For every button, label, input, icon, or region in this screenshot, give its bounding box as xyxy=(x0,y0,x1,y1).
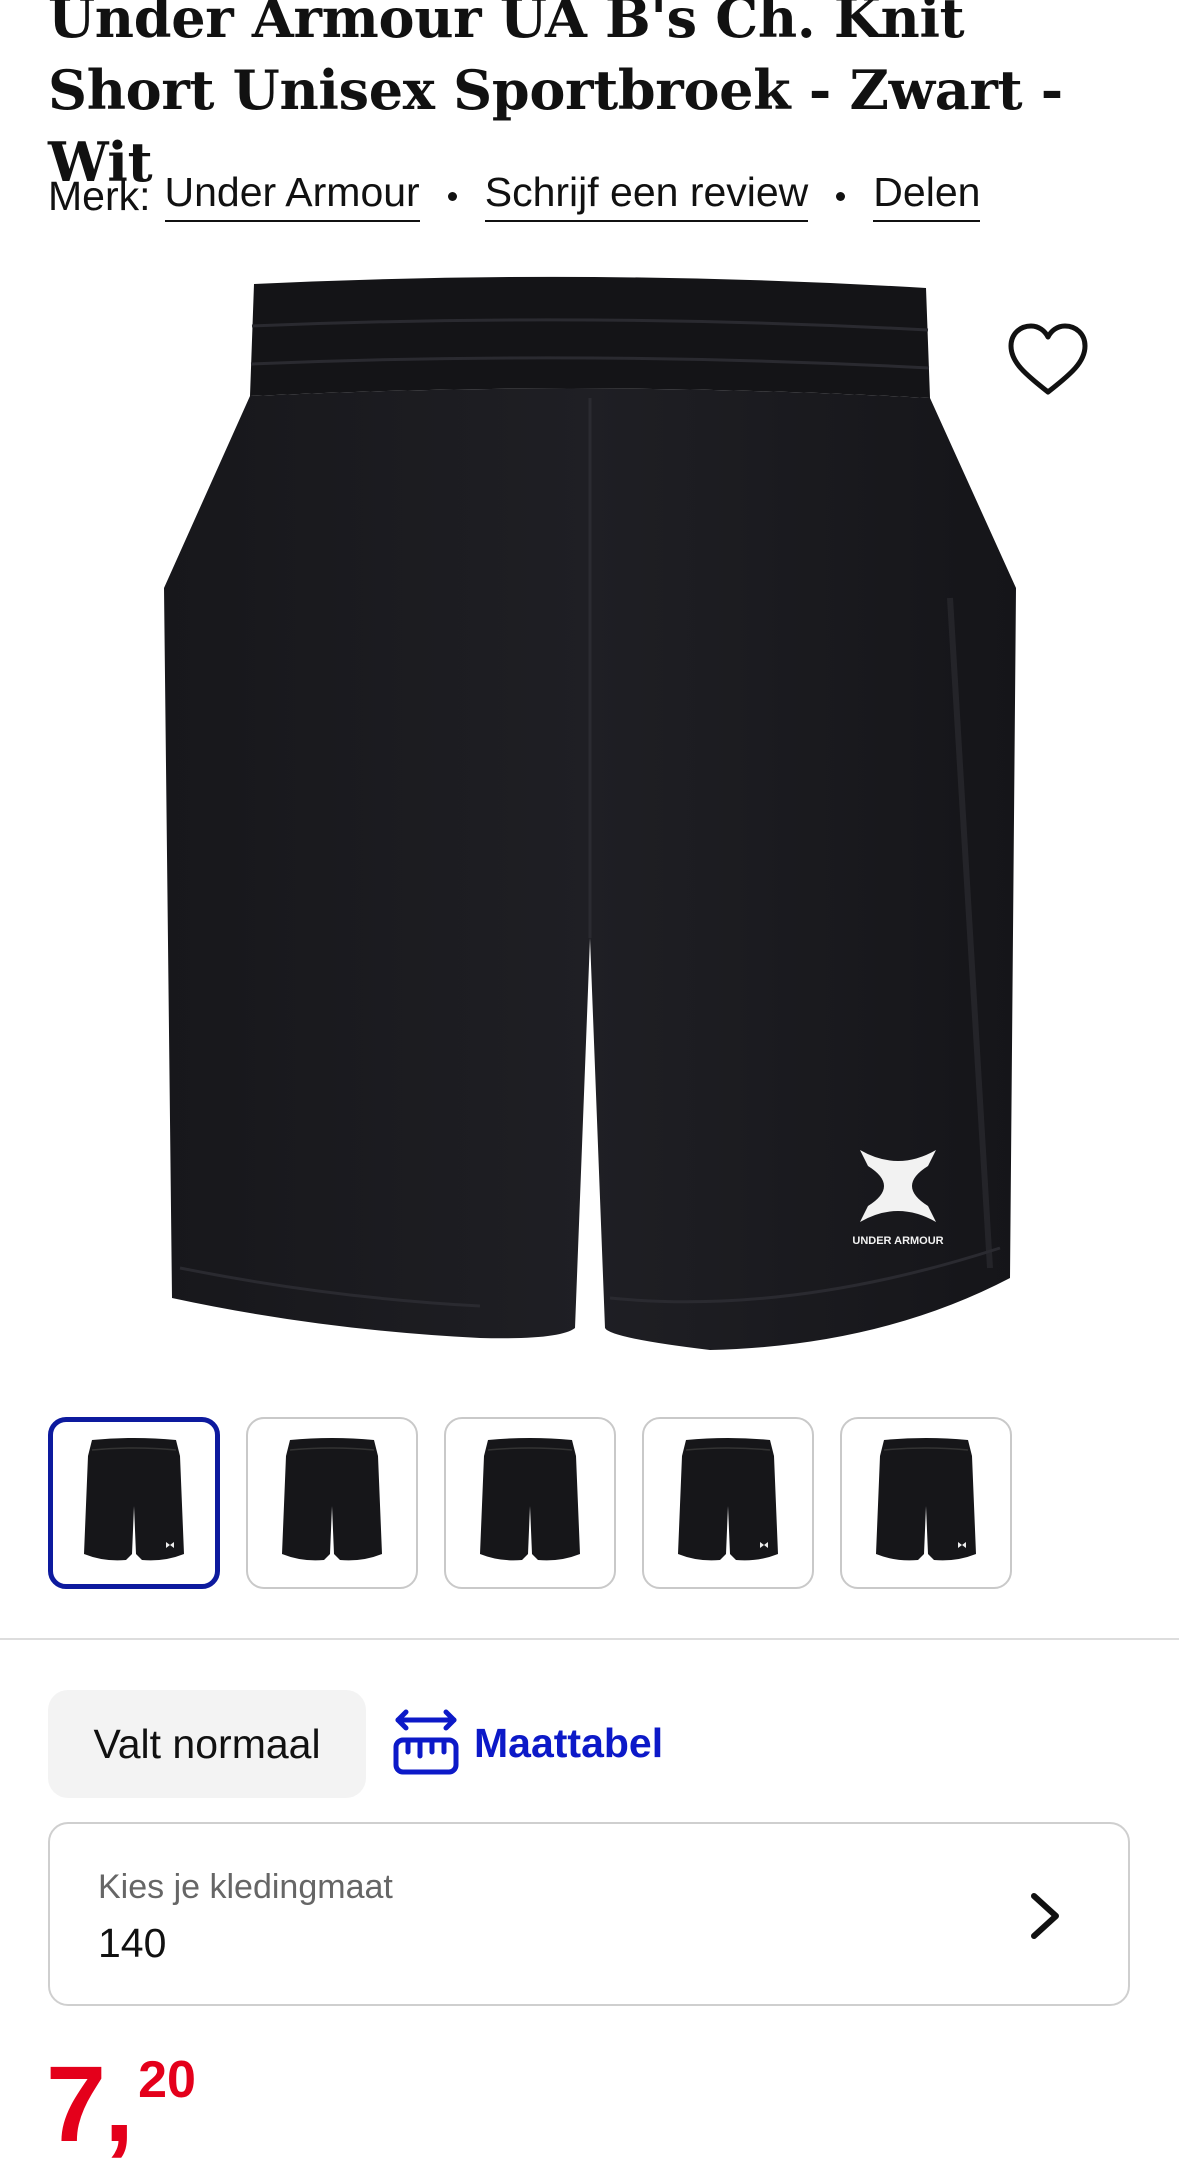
shorts-front-thumbnail-icon xyxy=(874,1436,978,1571)
price-cents: 20 xyxy=(138,2051,196,2109)
size-select[interactable]: Kies je kledingmaat 140 xyxy=(48,1822,1130,2006)
price: 7 , 20 xyxy=(46,2050,196,2158)
size-select-value: 140 xyxy=(98,1920,167,1966)
thumbnail-3[interactable] xyxy=(444,1417,616,1589)
price-separator: , xyxy=(104,2043,135,2161)
shorts-front-thumbnail-icon xyxy=(676,1436,780,1571)
ruler-icon xyxy=(393,1709,459,1775)
separator-dot xyxy=(447,191,457,201)
size-select-placeholder: Kies je kledingmaat xyxy=(98,1868,393,1906)
favorite-heart-icon[interactable] xyxy=(1005,320,1091,400)
brand-link[interactable]: Under Armour xyxy=(164,170,420,222)
thumbnail-gallery xyxy=(48,1417,1012,1589)
thumbnail-5[interactable] xyxy=(840,1417,1012,1589)
fit-label: Valt normaal xyxy=(93,1720,321,1767)
brand-label: Merk: xyxy=(48,172,151,219)
product-meta-row: Merk: Under Armour Schrijf een review De… xyxy=(48,168,981,224)
logo-text: UNDER ARMOUR xyxy=(852,1235,943,1247)
shorts-front-thumbnail-icon xyxy=(82,1436,186,1571)
write-review-link[interactable]: Schrijf een review xyxy=(484,170,809,222)
size-chart-link[interactable]: Maattabel xyxy=(392,1708,663,1778)
section-divider xyxy=(0,1638,1179,1640)
size-chart-label: Maattabel xyxy=(474,1719,664,1766)
thumbnail-2[interactable] xyxy=(246,1417,418,1589)
thumbnail-1[interactable] xyxy=(48,1417,220,1589)
fit-indicator-chip: Valt normaal xyxy=(48,1690,366,1798)
chevron-right-icon xyxy=(1031,1893,1059,1939)
thumbnail-4[interactable] xyxy=(642,1417,814,1589)
shorts-back-thumbnail-icon xyxy=(478,1436,582,1571)
product-image[interactable]: UNDER ARMOUR xyxy=(150,268,1030,1368)
separator-dot xyxy=(836,191,846,201)
share-link[interactable]: Delen xyxy=(873,170,981,222)
price-euros: 7 xyxy=(46,2043,106,2161)
shorts-back-thumbnail-icon xyxy=(280,1436,384,1571)
